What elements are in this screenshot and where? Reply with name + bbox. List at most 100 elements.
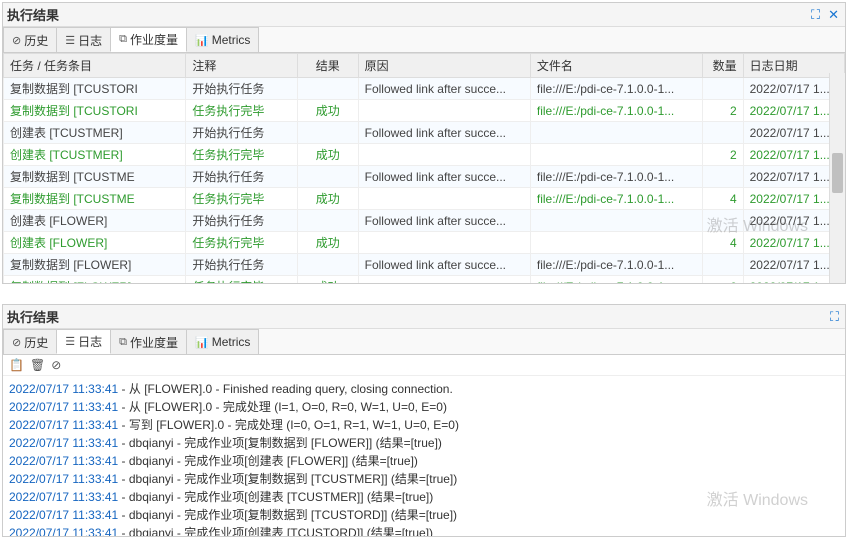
col-comment[interactable]: 注释 <box>186 54 297 78</box>
cell: 开始执行任务 <box>186 166 297 188</box>
col-reason[interactable]: 原因 <box>358 54 530 78</box>
tab-作业度量[interactable]: ⧉作业度量 <box>110 27 187 52</box>
table-row[interactable]: 复制数据到 [FLOWER]任务执行完毕成功file:///E:/pdi-ce-… <box>4 276 845 284</box>
log-timestamp: 2022/07/17 11:33:41 <box>9 526 118 536</box>
expand-icon[interactable]: ⛶ <box>828 309 841 325</box>
tab-作业度量[interactable]: ⧉作业度量 <box>110 329 187 354</box>
cell: 任务执行完毕 <box>186 232 297 254</box>
panel-controls: ⛶ <box>828 309 841 325</box>
cell: 任务执行完毕 <box>186 100 297 122</box>
tab-label: Metrics <box>212 33 251 47</box>
log-timestamp: 2022/07/17 11:33:41 <box>9 400 118 414</box>
tab-Metrics[interactable]: 📊Metrics <box>186 27 259 52</box>
cell: file:///E:/pdi-ce-7.1.0.0-1... <box>530 166 702 188</box>
tab-label: 日志 <box>78 333 102 350</box>
tab-icon: ☰ <box>65 335 75 348</box>
results-panel-bottom: 执行结果 ⛶ ⊘历史☰日志⧉作业度量📊Metrics 📋 🗑 ⊘ 2022/07… <box>2 304 846 537</box>
cell: 4 <box>703 232 744 254</box>
log-message: - 从 [FLOWER].0 - 完成处理 (I=1, O=0, R=0, W=… <box>118 400 447 414</box>
log-area[interactable]: 2022/07/17 11:33:41 - 从 [FLOWER].0 - Fin… <box>3 376 845 536</box>
cell <box>530 232 702 254</box>
panel-title: 执行结果 <box>7 307 59 326</box>
cell <box>297 166 358 188</box>
tab-历史[interactable]: ⊘历史 <box>3 329 57 354</box>
col-result[interactable]: 结果 <box>297 54 358 78</box>
cell <box>703 122 744 144</box>
cell <box>703 210 744 232</box>
log-message: - dbqianyi - 完成作业项[创建表 [FLOWER]] (结果=[tr… <box>118 454 418 468</box>
cell <box>703 78 744 100</box>
cell: file:///E:/pdi-ce-7.1.0.0-1... <box>530 100 702 122</box>
log-timestamp: 2022/07/17 11:33:41 <box>9 472 118 486</box>
tab-label: 历史 <box>24 32 48 49</box>
panel-controls: ⛶ ✕ <box>809 7 841 23</box>
expand-icon[interactable]: ⛶ <box>809 7 822 23</box>
log-message: - dbqianyi - 完成作业项[创建表 [TCUSTMER]] (结果=[… <box>118 490 433 504</box>
tab-label: 作业度量 <box>130 31 178 48</box>
tab-Metrics[interactable]: 📊Metrics <box>186 329 259 354</box>
table-row[interactable]: 复制数据到 [TCUSTME任务执行完毕成功file:///E:/pdi-ce-… <box>4 188 845 210</box>
table-row[interactable]: 创建表 [TCUSTMER]任务执行完毕成功22022/07/17 1... <box>4 144 845 166</box>
cell <box>297 210 358 232</box>
table-row[interactable]: 创建表 [FLOWER]任务执行完毕成功42022/07/17 1... <box>4 232 845 254</box>
tabs-top: ⊘历史☰日志⧉作业度量📊Metrics <box>3 27 845 53</box>
cell: Followed link after succe... <box>358 166 530 188</box>
log-timestamp: 2022/07/17 11:33:41 <box>9 436 118 450</box>
cell <box>530 144 702 166</box>
trash-icon[interactable]: 🗑 <box>30 358 45 372</box>
cell <box>358 188 530 210</box>
cell: 2 <box>703 100 744 122</box>
tab-icon: ⧉ <box>119 336 127 349</box>
table-row[interactable]: 复制数据到 [TCUSTME开始执行任务Followed link after … <box>4 166 845 188</box>
table-row[interactable]: 复制数据到 [FLOWER]开始执行任务Followed link after … <box>4 254 845 276</box>
log-line: 2022/07/17 11:33:41 - 写到 [FLOWER].0 - 完成… <box>9 416 839 434</box>
log-line: 2022/07/17 11:33:41 - dbqianyi - 完成作业项[创… <box>9 452 839 470</box>
log-message: - dbqianyi - 完成作业项[创建表 [TCUSTORD]] (结果=[… <box>118 526 433 536</box>
table-row[interactable]: 创建表 [TCUSTMER]开始执行任务Followed link after … <box>4 122 845 144</box>
log-line: 2022/07/17 11:33:41 - 从 [FLOWER].0 - Fin… <box>9 380 839 398</box>
cell: Followed link after succe... <box>358 254 530 276</box>
cell: 成功 <box>297 276 358 284</box>
tab-label: Metrics <box>212 335 251 349</box>
cell: 创建表 [TCUSTMER] <box>4 122 186 144</box>
table-row[interactable]: 复制数据到 [TCUSTORI任务执行完毕成功file:///E:/pdi-ce… <box>4 100 845 122</box>
tab-历史[interactable]: ⊘历史 <box>3 27 57 52</box>
log-message: - 写到 [FLOWER].0 - 完成处理 (I=0, O=1, R=1, W… <box>118 418 459 432</box>
table-header-row: 任务 / 任务条目 注释 结果 原因 文件名 数量 日志日期 <box>4 54 845 78</box>
tab-icon: 📊 <box>195 34 209 47</box>
cell: 6 <box>703 276 744 284</box>
table-container[interactable]: 任务 / 任务条目 注释 结果 原因 文件名 数量 日志日期 复制数据到 [TC… <box>3 53 845 283</box>
table-row[interactable]: 复制数据到 [TCUSTORI开始执行任务Followed link after… <box>4 78 845 100</box>
col-task[interactable]: 任务 / 任务条目 <box>4 54 186 78</box>
copy-icon[interactable]: 📋 <box>9 358 24 372</box>
cell: 创建表 [FLOWER] <box>4 232 186 254</box>
cell <box>358 232 530 254</box>
close-icon[interactable]: ✕ <box>826 7 841 23</box>
cell: 创建表 [FLOWER] <box>4 210 186 232</box>
cell <box>530 210 702 232</box>
tab-icon: ⊘ <box>12 336 21 349</box>
cell: 2 <box>703 144 744 166</box>
tabs-bottom: ⊘历史☰日志⧉作业度量📊Metrics <box>3 329 845 355</box>
cell: 成功 <box>297 144 358 166</box>
log-line: 2022/07/17 11:33:41 - dbqianyi - 完成作业项[复… <box>9 506 839 524</box>
tab-label: 历史 <box>24 334 48 351</box>
clear-icon[interactable]: ⊘ <box>51 358 61 372</box>
cell <box>358 276 530 284</box>
log-line: 2022/07/17 11:33:41 - 从 [FLOWER].0 - 完成处… <box>9 398 839 416</box>
tab-日志[interactable]: ☰日志 <box>56 27 111 52</box>
table-row[interactable]: 创建表 [FLOWER]开始执行任务Followed link after su… <box>4 210 845 232</box>
tab-label: 日志 <box>78 32 102 49</box>
cell: 任务执行完毕 <box>186 144 297 166</box>
cell <box>530 122 702 144</box>
cell: 4 <box>703 188 744 210</box>
tab-icon: ⊘ <box>12 34 21 47</box>
scrollbar-thumb[interactable] <box>832 153 843 193</box>
log-message: - dbqianyi - 完成作业项[复制数据到 [TCUSTMER]] (结果… <box>118 472 457 486</box>
tab-日志[interactable]: ☰日志 <box>56 329 111 354</box>
vertical-scrollbar[interactable] <box>829 73 845 283</box>
col-qty[interactable]: 数量 <box>703 54 744 78</box>
col-file[interactable]: 文件名 <box>530 54 702 78</box>
log-timestamp: 2022/07/17 11:33:41 <box>9 418 118 432</box>
log-toolbar: 📋 🗑 ⊘ <box>3 355 845 376</box>
